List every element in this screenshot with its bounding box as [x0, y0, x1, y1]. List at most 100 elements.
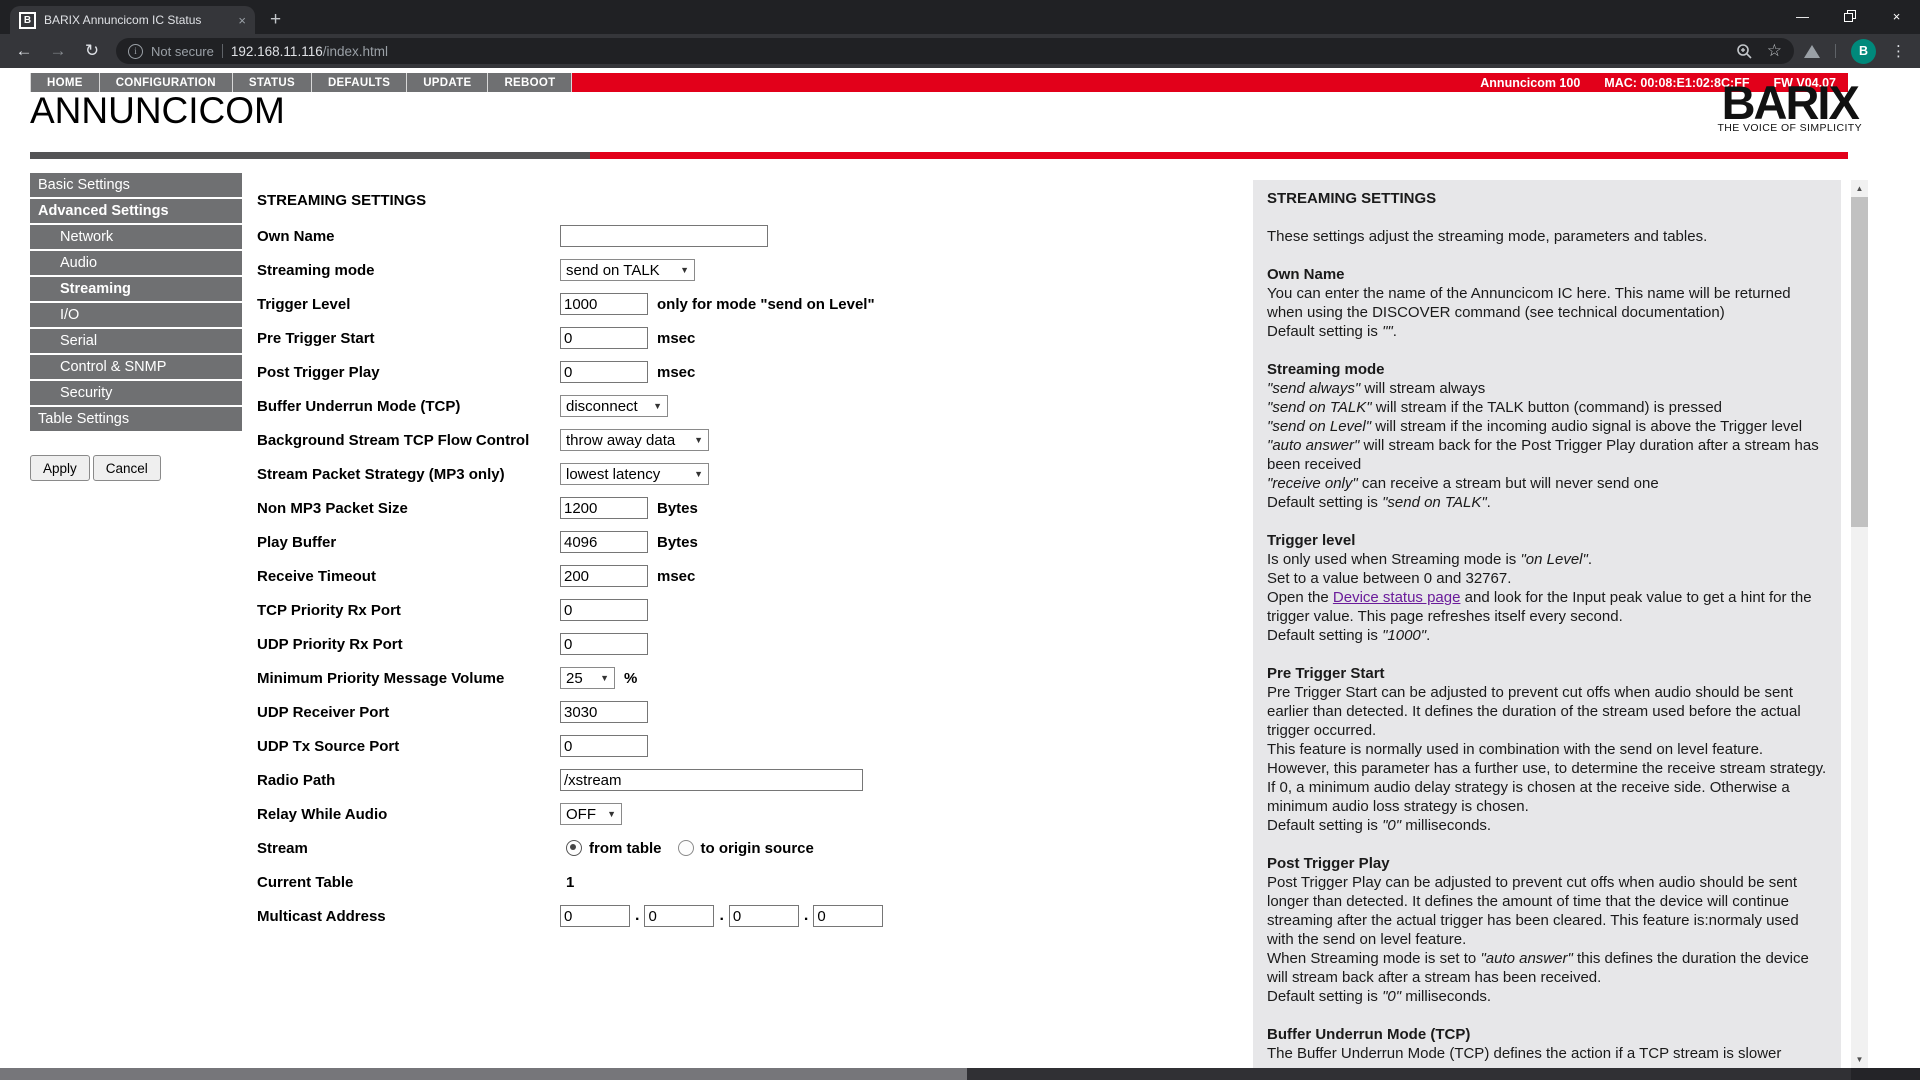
help-section-streaming-mode: Streaming mode"send always" will stream … [1267, 360, 1827, 512]
tab-close-icon[interactable]: × [238, 13, 246, 28]
info-icon[interactable]: i [128, 44, 143, 59]
bookmark-star-icon[interactable]: ☆ [1767, 41, 1782, 61]
close-button[interactable]: × [1873, 0, 1920, 32]
sidebar-item-network[interactable]: Network [30, 225, 242, 251]
help-paragraph: However, this parameter has a further us… [1267, 759, 1827, 778]
stream-packet-strategy-mp3-only-select[interactable]: lowest latency▼ [560, 463, 709, 485]
profile-avatar[interactable]: B [1851, 39, 1876, 64]
trigger-level-input[interactable] [560, 293, 648, 315]
buffer-underrun-mode-tcp-select[interactable]: disconnect▼ [560, 395, 668, 417]
back-arrow-icon[interactable]: ← [10, 41, 38, 61]
udp-tx-source-port-input[interactable] [560, 735, 648, 757]
radio-path-input[interactable] [560, 769, 863, 791]
help-text: "send always" [1267, 380, 1360, 397]
multicast-address-label: Multicast Address [257, 908, 560, 925]
background-stream-tcp-flow-control-select[interactable]: throw away data▼ [560, 429, 709, 451]
horizontal-scrollbar[interactable] [0, 1068, 1920, 1080]
nav-item-update[interactable]: UPDATE [407, 73, 488, 92]
chevron-down-icon: ▼ [694, 435, 703, 445]
from-table-radio[interactable] [566, 840, 582, 856]
sidebar-item-basic-settings[interactable]: Basic Settings [30, 173, 242, 199]
sidebar-item-security[interactable]: Security [30, 381, 242, 407]
zoom-icon[interactable] [1736, 43, 1753, 60]
help-paragraph: When Streaming mode is set to "auto answ… [1267, 949, 1827, 987]
scroll-down-icon[interactable]: ▼ [1851, 1051, 1868, 1068]
horizontal-scroll-thumb[interactable] [0, 1068, 967, 1080]
form-row-receive-timeout: Receive Timeoutmsec [257, 559, 1247, 593]
apply-button[interactable]: Apply [30, 455, 90, 481]
form-row-minimum-priority-message-volume: Minimum Priority Message Volume25▼% [257, 661, 1247, 695]
barix-favicon-icon: B [19, 12, 36, 29]
sidebar-item-i-o[interactable]: I/O [30, 303, 242, 329]
streaming-mode-select[interactable]: send on TALK▼ [560, 259, 695, 281]
own-name-input[interactable] [560, 225, 768, 247]
stream-packet-strategy-mp3-only-label: Stream Packet Strategy (MP3 only) [257, 466, 560, 483]
udp-priority-rx-port-input[interactable] [560, 633, 648, 655]
sidebar-item-serial[interactable]: Serial [30, 329, 242, 355]
receive-timeout-input[interactable] [560, 565, 648, 587]
form-row-trigger-level: Trigger Levelonly for mode "send on Leve… [257, 287, 1247, 321]
selected-option: disconnect [566, 398, 638, 415]
non-mp3-packet-size-input[interactable] [560, 497, 648, 519]
url-text[interactable]: 192.168.11.116/index.html [231, 44, 388, 59]
sidebar-item-audio[interactable]: Audio [30, 251, 242, 277]
multicast-address-octet-1[interactable] [560, 905, 630, 927]
web-page: HOMECONFIGURATIONSTATUSDEFAULTSUPDATEREB… [0, 68, 1920, 1068]
vertical-scroll-thumb[interactable] [1851, 197, 1868, 527]
device-status-page-link[interactable]: Device status page [1333, 589, 1461, 606]
minimize-button[interactable]: — [1779, 0, 1826, 32]
help-heading-buffer-underrun-mode-tcp: Buffer Underrun Mode (TCP) [1267, 1025, 1827, 1044]
cancel-button[interactable]: Cancel [93, 455, 161, 481]
help-text: Pre Trigger Start can be adjusted to pre… [1267, 684, 1801, 739]
current-table-value: 1 [566, 874, 574, 891]
sidebar-item-control-snmp[interactable]: Control & SNMP [30, 355, 242, 381]
udp-tx-source-port-label: UDP Tx Source Port [257, 738, 560, 755]
help-text: If 0, a minimum audio delay strategy is … [1267, 779, 1790, 815]
new-tab-button[interactable]: + [270, 10, 281, 29]
sidebar-item-advanced-settings[interactable]: Advanced Settings [30, 199, 242, 225]
help-heading-trigger-level: Trigger level [1267, 531, 1827, 550]
multicast-address-octet-2[interactable] [644, 905, 714, 927]
barix-logo-tagline: THE VOICE OF SIMPLICITY [1717, 122, 1862, 134]
help-text: "send on TALK" [1267, 399, 1372, 416]
drive-extension-icon[interactable] [1804, 45, 1820, 58]
to-origin-source-radio[interactable] [678, 840, 694, 856]
udp-receiver-port-input[interactable] [560, 701, 648, 723]
address-bar[interactable]: i Not secure 192.168.11.116/index.html ☆ [116, 38, 1794, 64]
settings-form: STREAMING SETTINGS Own NameStreaming mod… [257, 192, 1247, 933]
help-text: can receive a stream but will never send… [1358, 475, 1659, 492]
form-row-play-buffer: Play BufferBytes [257, 525, 1247, 559]
nav-item-defaults[interactable]: DEFAULTS [312, 73, 407, 92]
help-paragraph: Open the Device status page and look for… [1267, 588, 1827, 626]
tcp-priority-rx-port-label: TCP Priority Rx Port [257, 602, 560, 619]
play-buffer-label: Play Buffer [257, 534, 560, 551]
forward-arrow-icon[interactable]: → [44, 41, 72, 61]
browser-menu-icon[interactable]: ⋮ [1891, 42, 1906, 60]
multicast-address-octet-4[interactable] [813, 905, 883, 927]
selected-option: send on TALK [566, 262, 660, 279]
sidebar-item-streaming[interactable]: Streaming [30, 277, 242, 303]
browser-tab[interactable]: B BARIX Annuncicom IC Status × [10, 6, 255, 34]
reload-icon[interactable]: ↻ [78, 41, 106, 61]
help-paragraph: Default setting is "0" milliseconds. [1267, 816, 1827, 835]
relay-while-audio-select[interactable]: OFF▼ [560, 803, 622, 825]
tcp-priority-rx-port-input[interactable] [560, 599, 648, 621]
play-buffer-input[interactable] [560, 531, 648, 553]
stream-label: Stream [257, 840, 560, 857]
pre-trigger-start-input[interactable] [560, 327, 648, 349]
receive-timeout-unit: msec [657, 568, 695, 585]
non-mp3-packet-size-label: Non MP3 Packet Size [257, 500, 560, 517]
nav-item-reboot[interactable]: REBOOT [488, 73, 572, 92]
help-text: . [1426, 627, 1430, 644]
restore-button[interactable] [1826, 0, 1873, 32]
post-trigger-play-label: Post Trigger Play [257, 364, 560, 381]
vertical-scrollbar[interactable]: ▲ ▼ [1851, 180, 1868, 1068]
minimum-priority-message-volume-select[interactable]: 25▼ [560, 667, 615, 689]
sidebar-item-table-settings[interactable]: Table Settings [30, 407, 242, 433]
multicast-address-octet-3[interactable] [729, 905, 799, 927]
title-divider [30, 152, 1848, 159]
scroll-up-icon[interactable]: ▲ [1851, 180, 1868, 197]
post-trigger-play-input[interactable] [560, 361, 648, 383]
current-table-label: Current Table [257, 874, 560, 891]
multicast-address-control: ... [560, 905, 883, 927]
